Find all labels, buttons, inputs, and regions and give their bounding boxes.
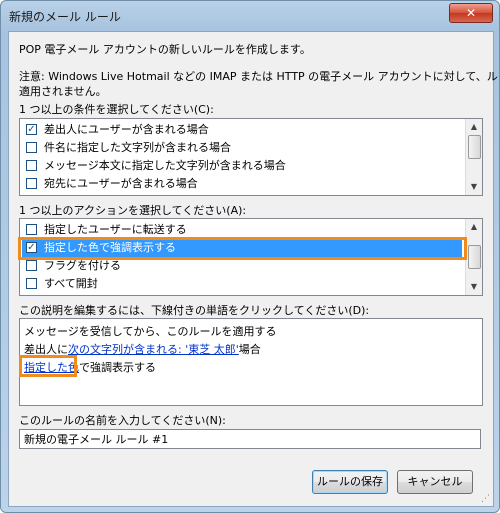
conditions-label: 1 つ以上の条件を選択してください(C): bbox=[19, 103, 214, 116]
callout-highlight-action bbox=[18, 237, 467, 260]
condition-item[interactable]: ✓ 差出人にユーザーが含まれる場合 bbox=[22, 121, 462, 139]
callout-highlight-color-link bbox=[19, 355, 77, 377]
resize-grip-icon[interactable]: ⋰ bbox=[481, 494, 491, 504]
description-label: この説明を編集するには、下線付きの単語をクリックしてください(D): bbox=[19, 304, 370, 317]
condition-item[interactable]: メッセージ本文に指定した文字列が含まれる場合 bbox=[22, 157, 462, 175]
rule-name-label: このルールの名前を入力してください(N): bbox=[19, 414, 226, 427]
checkbox[interactable] bbox=[26, 260, 37, 271]
condition-value-link[interactable]: 次の文字列が含まれる: '東芝 太郎' bbox=[68, 343, 239, 356]
window-title: 新規のメール ルール bbox=[9, 10, 121, 24]
rule-dialog-window: 新規のメール ルール ✕ POP 電子メール アカウントの新しいルールを作成しま… bbox=[0, 0, 500, 513]
close-button[interactable]: ✕ bbox=[449, 3, 493, 23]
scroll-thumb[interactable] bbox=[468, 135, 481, 159]
conditions-listbox[interactable]: ✓ 差出人にユーザーが含まれる場合 件名に指定した文字列が含まれる場合 メッセー… bbox=[19, 118, 483, 196]
condition-label: 宛先にユーザーが含まれる場合 bbox=[44, 177, 198, 190]
rule-description-box[interactable]: メッセージを受信してから、このルールを適用する 差出人に次の文字列が含まれる: … bbox=[19, 318, 483, 406]
note-line-2: 適用されません。 bbox=[19, 85, 107, 98]
condition-label: 差出人にユーザーが含まれる場合 bbox=[44, 123, 209, 136]
actions-label: 1 つ以上のアクションを選択してください(A): bbox=[19, 204, 247, 217]
condition-item[interactable]: 宛先にユーザーが含まれる場合 bbox=[22, 175, 462, 193]
checkbox[interactable] bbox=[26, 160, 37, 171]
condition-label: メッセージ本文に指定した文字列が含まれる場合 bbox=[44, 159, 286, 172]
title-bar[interactable]: 新規のメール ルール ✕ bbox=[1, 1, 499, 31]
cancel-button[interactable]: キャンセル bbox=[397, 470, 473, 494]
conditions-scrollbar[interactable]: ▲ ▼ bbox=[465, 119, 482, 195]
action-label: すべて開封 bbox=[44, 277, 98, 290]
intro-text: POP 電子メール アカウントの新しいルールを作成します。 bbox=[19, 43, 311, 56]
scroll-thumb[interactable] bbox=[468, 245, 481, 269]
checkbox[interactable] bbox=[26, 278, 37, 289]
description-suffix: で強調表示する bbox=[79, 361, 156, 374]
checkbox[interactable] bbox=[26, 178, 37, 189]
note-line-1: 注意: Windows Live Hotmail などの IMAP または HT… bbox=[19, 70, 500, 83]
checkbox[interactable] bbox=[26, 142, 37, 153]
scroll-up-arrow-icon[interactable]: ▲ bbox=[466, 219, 482, 235]
checkbox-checked[interactable]: ✓ bbox=[26, 124, 37, 135]
checkbox[interactable] bbox=[26, 224, 37, 235]
description-suffix: 場合 bbox=[238, 343, 261, 356]
condition-label: 件名に指定した文字列が含まれる場合 bbox=[44, 141, 231, 154]
condition-item[interactable]: 件名に指定した文字列が含まれる場合 bbox=[22, 139, 462, 157]
save-rule-button[interactable]: ルールの保存 bbox=[312, 470, 388, 494]
description-line-1: メッセージを受信してから、このルールを適用する bbox=[24, 325, 277, 338]
scroll-down-arrow-icon[interactable]: ▼ bbox=[466, 279, 482, 295]
actions-scrollbar[interactable]: ▲ ▼ bbox=[465, 219, 482, 295]
scroll-down-arrow-icon[interactable]: ▼ bbox=[466, 179, 482, 195]
rule-name-input[interactable]: 新規の電子メール ルール #1 bbox=[19, 429, 481, 449]
action-item[interactable]: すべて開封 bbox=[22, 275, 462, 293]
dialog-client-area: POP 電子メール アカウントの新しいルールを作成します。 注意: Window… bbox=[8, 31, 499, 507]
scroll-up-arrow-icon[interactable]: ▲ bbox=[466, 119, 482, 135]
